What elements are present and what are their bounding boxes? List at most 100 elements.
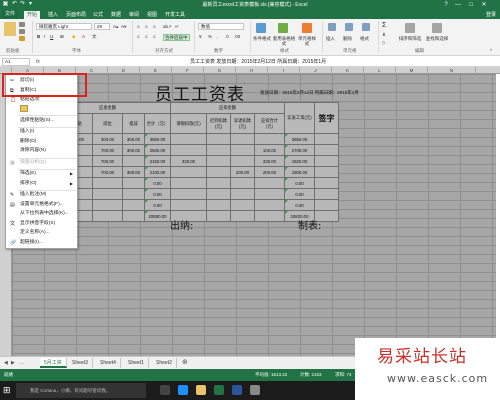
table-cell[interactable] [170,166,207,178]
table-cell[interactable]: 1820.00 [284,155,315,167]
insert-cells-icon[interactable] [328,23,336,31]
table-cell[interactable]: 1900.00 [284,166,315,178]
tab-formulas[interactable]: 公式 [90,11,106,19]
align-left-icon[interactable]: ≡ [137,34,140,39]
merge-center-button[interactable]: 合并后居中 [163,34,190,41]
table-cell[interactable]: 330.00 [254,155,285,167]
table-cell[interactable] [206,144,231,156]
fill-color-icon[interactable]: ◆ [72,34,75,39]
table-cell[interactable]: 0.00 [144,199,171,211]
table-cell[interactable] [92,199,123,211]
table-cell[interactable] [254,188,285,200]
column-header[interactable]: H [236,67,268,74]
next-sheet-icon[interactable]: ▶ [11,360,15,366]
table-cell[interactable]: 2100.00 [144,166,171,178]
insert-button[interactable]: 插入 [326,36,335,41]
table-cell[interactable]: 0.00 [284,177,315,189]
sheet-tab-4[interactable]: Sheet2 [152,358,177,368]
bold-icon[interactable]: B [37,34,40,39]
format-cells-icon[interactable] [362,23,370,31]
table-cell[interactable]: 300.00 [122,166,145,178]
table-cell[interactable] [122,199,145,211]
table-cell[interactable] [92,177,123,189]
table-cell[interactable] [206,166,231,178]
table-cell[interactable]: 200.00 [254,166,285,178]
table-cell[interactable]: 0.00 [144,188,171,200]
undo-icon[interactable]: ↶ [11,1,18,8]
table-cell[interactable]: 300.00 [92,133,123,145]
close-button[interactable]: ✕ [478,0,490,10]
context-menu-item-3[interactable]: 选择性粘贴(S)... [6,117,77,125]
fill-icon[interactable]: ⬇ [382,32,386,37]
sort-filter-icon[interactable] [405,23,415,33]
windows-start-icon[interactable]: ⊞ [3,385,13,395]
sort-filter-button[interactable]: 排序和筛选 [398,36,422,41]
table-cell[interactable] [122,177,145,189]
add-sheet-button[interactable]: ⊕ [182,358,188,368]
column-header[interactable]: J [300,67,332,74]
table-cell[interactable]: 100.00 [254,144,285,156]
align-right-icon[interactable]: ≡ [153,34,156,39]
column-header[interactable]: L [364,67,396,74]
sheet-tab-0[interactable]: 5月工资 [40,358,67,368]
table-cell[interactable] [230,155,255,167]
context-menu-item-10[interactable]: ✎ 插入批注(M) [6,191,77,199]
column-header[interactable]: E [140,67,172,74]
find-select-icon[interactable] [432,23,442,33]
column-header[interactable]: K [332,67,364,74]
align-bottom-icon[interactable]: ≡ [153,24,156,29]
context-menu-item-6[interactable]: 清除内容(N) [6,147,77,155]
table-cell[interactable]: 0.00 [284,188,315,200]
table-cell[interactable]: 3850.00 [284,133,315,145]
context-menu-item-4[interactable]: 插入(I) [6,128,77,136]
table-cell[interactable]: 2150.00 [144,155,171,167]
table-format-icon[interactable] [278,23,288,33]
sheet-tab-3[interactable]: Sheet1 [124,358,149,368]
table-cell[interactable]: 700.00 [92,166,123,178]
tab-review[interactable]: 审阅 [126,11,142,19]
cell-styles-icon[interactable] [302,23,312,33]
table-cell[interactable] [122,210,145,222]
signature-cell[interactable] [314,188,339,200]
table-cell[interactable] [254,133,285,145]
table-cell[interactable] [230,199,255,211]
number-format-select[interactable]: 数值 [198,23,244,30]
maximize-button[interactable]: □ [465,0,477,10]
tab-developer[interactable]: 开发工具 [162,11,188,19]
grow-font-icon[interactable]: A▴ [113,24,118,29]
table-cell[interactable] [230,210,255,222]
cut-icon[interactable] [19,22,25,27]
table-cell[interactable] [230,177,255,189]
cell-styles-button[interactable]: 单元格样式 [296,36,318,46]
table-cell[interactable] [206,199,231,211]
table-cell[interactable]: 3850.00 [144,133,171,145]
context-menu-item-13[interactable]: 文显示拼音字段(S) [6,220,77,228]
table-cell[interactable] [92,210,123,222]
delete-button[interactable]: 删除 [343,36,352,41]
underline-icon[interactable]: U [50,34,53,39]
context-menu-item-12[interactable]: 从下拉列表中选择(K)... [6,210,77,218]
redo-icon[interactable]: ↷ [19,1,26,8]
context-menu-item-14[interactable]: 定义名称(A)... [6,229,77,237]
tab-file[interactable]: 文件 [2,10,19,19]
help-button[interactable]: ? [440,0,452,10]
tab-home[interactable]: 开始 [24,11,41,19]
customize-qat-icon[interactable]: ▾ [27,1,34,8]
sheet-tab-1[interactable]: Sheet3 [68,358,93,368]
table-cell[interactable] [170,177,207,189]
conditional-format-button[interactable]: 条件格式 [252,36,272,41]
edge-icon[interactable] [178,385,188,395]
tab-insert[interactable]: 插入 [45,11,61,19]
more-sheets-icon[interactable]: … [19,360,24,366]
table-cell[interactable]: 2600.00 [144,144,171,156]
font-size-select[interactable]: 28 [94,23,110,30]
signature-cell[interactable] [314,155,339,167]
column-header[interactable]: F [172,67,204,74]
currency-icon[interactable]: ¥ [199,34,202,39]
conditional-format-icon[interactable] [256,23,266,33]
phonetic-guide-icon[interactable]: 文 [92,34,97,39]
tab-data[interactable]: 数据 [108,11,124,19]
italic-icon[interactable]: I [44,34,45,39]
sheet-tab-2[interactable]: Sheet4 [96,358,121,368]
signature-cell[interactable] [314,166,339,178]
